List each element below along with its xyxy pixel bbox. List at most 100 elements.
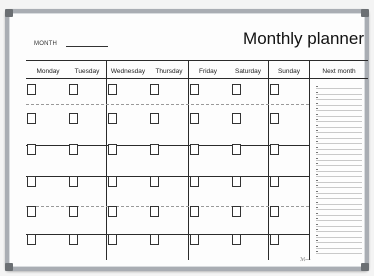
- next-month-day-marker: [316, 223, 318, 225]
- day-checkbox[interactable]: [232, 84, 241, 95]
- frame-corner: [361, 263, 369, 271]
- next-month-day-marker: [316, 185, 318, 186]
- day-checkbox[interactable]: [190, 206, 199, 217]
- next-month-note-line[interactable]: [316, 198, 362, 199]
- day-checkbox[interactable]: [69, 144, 78, 155]
- next-month-note-line[interactable]: [316, 115, 362, 117]
- day-checkbox[interactable]: [232, 113, 241, 124]
- day-checkbox[interactable]: [232, 206, 241, 217]
- day-checkbox[interactable]: [150, 234, 159, 245]
- next-month-note-line[interactable]: [316, 99, 362, 100]
- next-month-note-line[interactable]: [316, 110, 362, 111]
- header-top-rule: [26, 60, 368, 61]
- day-checkbox[interactable]: [108, 144, 117, 155]
- day-checkbox[interactable]: [69, 176, 78, 187]
- day-checkbox[interactable]: [27, 84, 36, 95]
- planner-title: Monthly planner: [243, 29, 364, 48]
- day-checkbox[interactable]: [270, 234, 279, 245]
- next-month-note-line[interactable]: [316, 253, 362, 254]
- day-checkbox[interactable]: [108, 234, 117, 245]
- next-month-note-line[interactable]: [316, 203, 362, 205]
- day-checkbox[interactable]: [190, 176, 199, 187]
- day-checkbox[interactable]: [150, 84, 159, 95]
- next-month-note-line[interactable]: [316, 247, 362, 249]
- day-header-sunday: Sunday: [277, 68, 301, 75]
- day-checkbox[interactable]: [150, 176, 159, 187]
- day-checkbox[interactable]: [69, 234, 78, 245]
- next-month-note-line[interactable]: [316, 159, 362, 161]
- month-write-line[interactable]: [66, 46, 108, 47]
- next-month-note-line[interactable]: [316, 170, 362, 172]
- next-month-note-line[interactable]: [316, 137, 362, 139]
- day-checkbox[interactable]: [150, 113, 159, 124]
- frame-corner: [361, 9, 369, 17]
- day-checkbox[interactable]: [27, 176, 36, 187]
- day-header-tuesday: Tuesday: [74, 68, 100, 75]
- next-month-header: Next month: [322, 68, 356, 75]
- day-header-monday: Monday: [36, 68, 60, 75]
- next-month-day-marker: [316, 86, 318, 87]
- day-checkbox[interactable]: [108, 84, 117, 95]
- next-month-day-marker: [316, 218, 318, 219]
- column-divider: [106, 60, 107, 260]
- next-month-note-line[interactable]: [316, 154, 362, 155]
- day-checkbox[interactable]: [190, 234, 199, 245]
- next-month-note-line[interactable]: [316, 148, 362, 150]
- next-month-note-line[interactable]: [316, 165, 362, 166]
- day-checkbox[interactable]: [270, 144, 279, 155]
- next-month-note-line[interactable]: [316, 187, 362, 188]
- next-month-note-line[interactable]: [316, 176, 362, 177]
- frame-corner: [5, 263, 13, 271]
- day-checkbox[interactable]: [270, 176, 279, 187]
- day-checkbox[interactable]: [27, 234, 36, 245]
- next-month-day-marker: [316, 196, 318, 197]
- day-checkbox[interactable]: [27, 206, 36, 217]
- day-header-saturday: Saturday: [234, 68, 262, 75]
- next-month-note-line[interactable]: [316, 121, 362, 122]
- next-month-note-line[interactable]: [316, 181, 362, 183]
- next-month-day-marker: [316, 245, 318, 247]
- day-checkbox[interactable]: [69, 206, 78, 217]
- day-checkbox[interactable]: [190, 84, 199, 95]
- next-month-note-line[interactable]: [316, 104, 362, 106]
- next-month-note-line[interactable]: [316, 214, 362, 216]
- frame-corner: [5, 9, 13, 17]
- next-month-note-line[interactable]: [316, 132, 362, 133]
- day-checkbox[interactable]: [27, 144, 36, 155]
- next-month-day-marker: [316, 234, 318, 236]
- next-month-note-line[interactable]: [316, 236, 362, 238]
- day-checkbox[interactable]: [232, 176, 241, 187]
- next-month-day-marker: [316, 130, 318, 131]
- day-checkbox[interactable]: [108, 176, 117, 187]
- day-checkbox[interactable]: [27, 113, 36, 124]
- next-month-note-line[interactable]: [316, 143, 362, 144]
- next-month-note-line[interactable]: [316, 225, 362, 227]
- next-month-day-marker: [316, 163, 318, 164]
- day-checkbox[interactable]: [270, 113, 279, 124]
- month-label: MONTH: [34, 41, 57, 47]
- next-month-note-line[interactable]: [316, 220, 362, 221]
- day-checkbox[interactable]: [69, 84, 78, 95]
- day-checkbox[interactable]: [190, 144, 199, 155]
- day-checkbox[interactable]: [69, 113, 78, 124]
- day-checkbox[interactable]: [150, 206, 159, 217]
- next-month-day-marker: [316, 97, 318, 98]
- next-month-note-line[interactable]: [316, 231, 362, 232]
- day-checkbox[interactable]: [108, 113, 117, 124]
- day-checkbox[interactable]: [270, 84, 279, 95]
- next-month-note-line[interactable]: [316, 209, 362, 210]
- next-month-note-line[interactable]: [316, 126, 362, 128]
- next-month-day-marker: [316, 240, 318, 241]
- next-month-day-marker: [316, 168, 318, 170]
- next-month-note-line[interactable]: [316, 88, 362, 89]
- next-month-note-line[interactable]: [316, 242, 362, 243]
- next-month-note-line[interactable]: [316, 192, 362, 194]
- day-checkbox[interactable]: [232, 144, 241, 155]
- day-checkbox[interactable]: [150, 144, 159, 155]
- next-month-note-line[interactable]: [316, 93, 362, 95]
- day-checkbox[interactable]: [190, 113, 199, 124]
- day-checkbox[interactable]: [232, 234, 241, 245]
- next-month-day-marker: [316, 251, 318, 252]
- day-checkbox[interactable]: [270, 206, 279, 217]
- day-checkbox[interactable]: [108, 206, 117, 217]
